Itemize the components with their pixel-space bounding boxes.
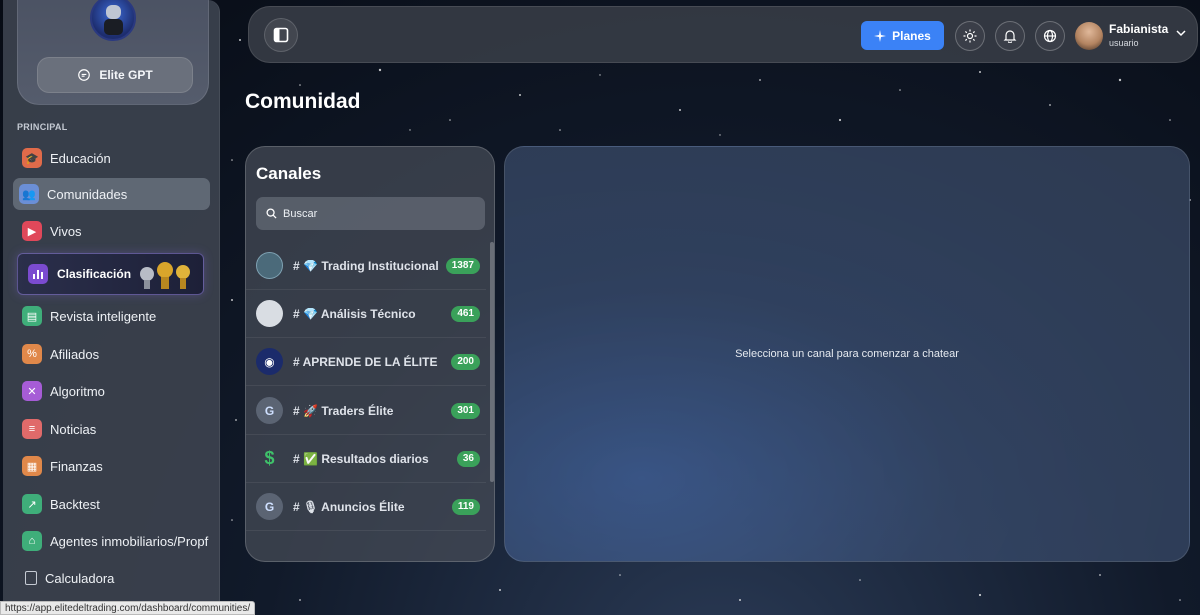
sidebar-item-label: Noticias	[50, 421, 97, 437]
calculator-icon	[25, 571, 37, 585]
sidebar-item-label: Afiliados	[50, 346, 100, 362]
sidebar-item-label: Comunidades	[47, 186, 128, 202]
theme-toggle-button[interactable]	[955, 21, 985, 51]
planes-label: Planes	[892, 28, 931, 43]
sidebar-item-comunidades[interactable]: 👥 Comunidades	[13, 178, 210, 210]
sidebar-item-backtest[interactable]: ↗ Backtest	[13, 488, 210, 520]
sidebar-item-label: Revista inteligente	[50, 308, 157, 324]
community-icon: 👥	[19, 184, 39, 204]
sidebar: Elite GPT PRINCIPAL 🎓 Educación 👥 Comuni…	[3, 0, 220, 615]
page-title: Comunidad	[245, 90, 361, 113]
elite-gpt-label: Elite GPT	[99, 68, 153, 82]
sidebar-toggle-button[interactable]	[264, 18, 298, 52]
sidebar-item-label: Backtest	[50, 496, 100, 512]
channel-name: # APRENDE DE LA ÉLITE	[293, 354, 438, 369]
channel-name: # 🚀 Traders Élite	[293, 403, 394, 418]
channel-name: # ✅ Resultados diarios	[293, 451, 429, 466]
user-role: usuario	[1109, 38, 1139, 48]
planes-button[interactable]: Planes	[861, 21, 944, 50]
sidebar-item-label: Agentes inmobiliarios/Propf	[50, 533, 209, 549]
sidebar-item-revista[interactable]: ▤ Revista inteligente	[13, 300, 210, 332]
channel-count-badge: 200	[451, 353, 480, 370]
channel-name: # 💎 Trading Institucional	[293, 258, 439, 273]
chat-panel: Selecciona un canal para comenzar a chat…	[504, 146, 1190, 562]
elite-gpt-card: Elite GPT	[17, 0, 209, 105]
section-label-principal: PRINCIPAL	[17, 122, 68, 132]
sidebar-item-label: Algoritmo	[50, 383, 105, 399]
search-input[interactable]: Buscar	[256, 197, 485, 230]
sidebar-item-afiliados[interactable]: % Afiliados	[13, 338, 210, 370]
sidebar-item-agentes[interactable]: ⌂ Agentes inmobiliarios/Propf	[13, 525, 210, 557]
sidebar-panel-icon	[273, 27, 289, 43]
top-bar: Planes Fabianista usuario	[248, 6, 1198, 63]
chat-empty-message: Selecciona un canal para comenzar a chat…	[735, 348, 959, 360]
algorithm-icon: ✕	[22, 381, 42, 401]
bar-chart-icon	[28, 264, 48, 284]
channel-count-badge: 301	[451, 402, 480, 419]
affiliates-icon: %	[22, 344, 42, 364]
sidebar-item-label: Finanzas	[50, 458, 103, 474]
news-icon: ≡	[22, 419, 42, 439]
search-icon	[266, 208, 277, 219]
user-name[interactable]: Fabianista	[1109, 22, 1168, 36]
sidebar-item-finanzas[interactable]: ▦ Finanzas	[13, 450, 210, 482]
backtest-icon: ↗	[22, 494, 42, 514]
channel-avatar: G	[256, 493, 283, 520]
trophies-icon	[140, 262, 190, 289]
channel-item[interactable]: ◉ # APRENDE DE LA ÉLITE 200	[246, 338, 486, 386]
channel-count-badge: 461	[451, 305, 480, 322]
channels-title: Canales	[256, 164, 322, 183]
status-bar-url: https://app.elitedeltrading.com/dashboar…	[0, 601, 256, 615]
graduation-cap-icon: 🎓	[22, 148, 42, 168]
sun-icon	[963, 29, 977, 43]
sidebar-item-clasificacion[interactable]: Clasificación	[17, 253, 204, 295]
sidebar-item-educacion[interactable]: 🎓 Educación	[13, 142, 210, 174]
globe-icon	[1043, 29, 1057, 43]
language-button[interactable]	[1035, 21, 1065, 51]
channels-panel: Canales Buscar # 💎 Trading Institucional…	[245, 146, 495, 562]
channel-name: # 🎙 Anuncios Élite	[293, 499, 405, 514]
channel-avatar: G	[256, 397, 283, 424]
sidebar-item-noticias[interactable]: ≡ Noticias	[13, 413, 210, 445]
channel-name: # 💎 Análisis Técnico	[293, 306, 416, 321]
dollar-icon: $	[264, 448, 275, 468]
magazine-icon: ▤	[22, 306, 42, 326]
live-video-icon: ▶	[22, 221, 42, 241]
bell-icon	[1003, 30, 1017, 43]
sidebar-item-label: Calculadora	[45, 570, 115, 586]
sidebar-item-calculadora[interactable]: Calculadora	[13, 562, 210, 594]
user-avatar[interactable]	[1075, 22, 1103, 50]
channels-scrollbar[interactable]	[490, 242, 494, 482]
channel-item[interactable]: $ # ✅ Resultados diarios 36	[246, 435, 486, 483]
finance-icon: ▦	[22, 456, 42, 476]
notifications-button[interactable]	[995, 21, 1025, 51]
channel-count-badge: 119	[451, 498, 480, 515]
channel-item[interactable]: G # 🎙 Anuncios Élite 119	[246, 483, 486, 531]
sidebar-item-vivos[interactable]: ▶ Vivos	[13, 215, 210, 247]
sidebar-item-label: Educación	[50, 150, 111, 166]
channel-item[interactable]: G # 🚀 Traders Élite 301	[246, 387, 486, 435]
channel-item[interactable]: # 💎 Trading Institucional 1387	[246, 242, 486, 290]
channel-avatar	[256, 252, 283, 279]
channel-count-badge: 1387	[445, 257, 480, 274]
sidebar-item-algoritmo[interactable]: ✕ Algoritmo	[13, 375, 210, 407]
channel-avatar: ◉	[256, 348, 283, 375]
search-placeholder: Buscar	[283, 207, 318, 220]
channel-avatar	[256, 300, 283, 327]
agents-icon: ⌂	[22, 531, 42, 551]
sidebar-item-label: Vivos	[50, 223, 82, 239]
elite-gpt-button[interactable]: Elite GPT	[37, 57, 193, 93]
channel-item[interactable]: # 💎 Análisis Técnico 461	[246, 290, 486, 338]
channel-count-badge: 36	[456, 450, 480, 467]
sidebar-item-label: Clasificación	[57, 267, 132, 281]
sparkle-icon	[874, 29, 887, 42]
chat-bubble-icon	[78, 69, 91, 81]
chevron-down-icon[interactable]	[1175, 27, 1187, 39]
robot-avatar-icon	[90, 0, 136, 41]
